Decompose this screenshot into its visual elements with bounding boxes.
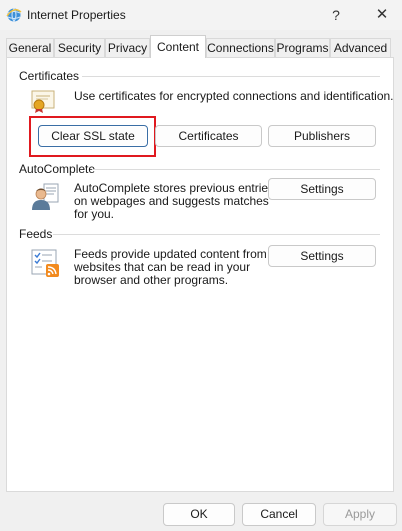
ok-button[interactable]: OK — [163, 503, 235, 526]
autocomplete-group-title: AutoComplete — [19, 162, 96, 176]
title-bar: Internet Properties ? ✕ — [0, 0, 402, 30]
publishers-button[interactable]: Publishers — [268, 125, 376, 147]
tab-security[interactable]: Security — [54, 38, 105, 57]
feeds-settings-button[interactable]: Settings — [268, 245, 376, 267]
feeds-icon — [31, 249, 59, 277]
tab-general[interactable]: General — [6, 38, 54, 57]
internet-explorer-icon — [6, 8, 22, 22]
autocomplete-user-icon — [32, 183, 59, 210]
help-button[interactable]: ? — [324, 4, 348, 26]
certificates-button[interactable]: Certificates — [155, 125, 262, 147]
feeds-divider — [53, 234, 380, 235]
certificate-icon — [31, 90, 55, 113]
autocomplete-divider — [92, 169, 380, 170]
annotation-highlight-box — [29, 116, 156, 157]
window-title: Internet Properties — [27, 8, 126, 22]
tab-privacy[interactable]: Privacy — [105, 38, 150, 57]
tab-programs[interactable]: Programs — [275, 38, 330, 57]
cancel-button[interactable]: Cancel — [242, 503, 316, 526]
certificates-divider — [82, 76, 380, 77]
certificates-group-title: Certificates — [19, 69, 80, 83]
feeds-group-title: Feeds — [19, 227, 53, 241]
feeds-description-line-3: browser and other programs. — [74, 273, 229, 287]
close-button[interactable]: ✕ — [370, 4, 394, 26]
autocomplete-description-line-3: for you. — [74, 207, 115, 221]
tab-connections[interactable]: Connections — [206, 38, 275, 57]
apply-button[interactable]: Apply — [323, 503, 397, 526]
autocomplete-settings-button[interactable]: Settings — [268, 178, 376, 200]
certificates-description: Use certificates for encrypted connectio… — [74, 89, 394, 103]
tab-content[interactable]: Content — [150, 35, 206, 58]
tab-advanced[interactable]: Advanced — [330, 38, 391, 57]
